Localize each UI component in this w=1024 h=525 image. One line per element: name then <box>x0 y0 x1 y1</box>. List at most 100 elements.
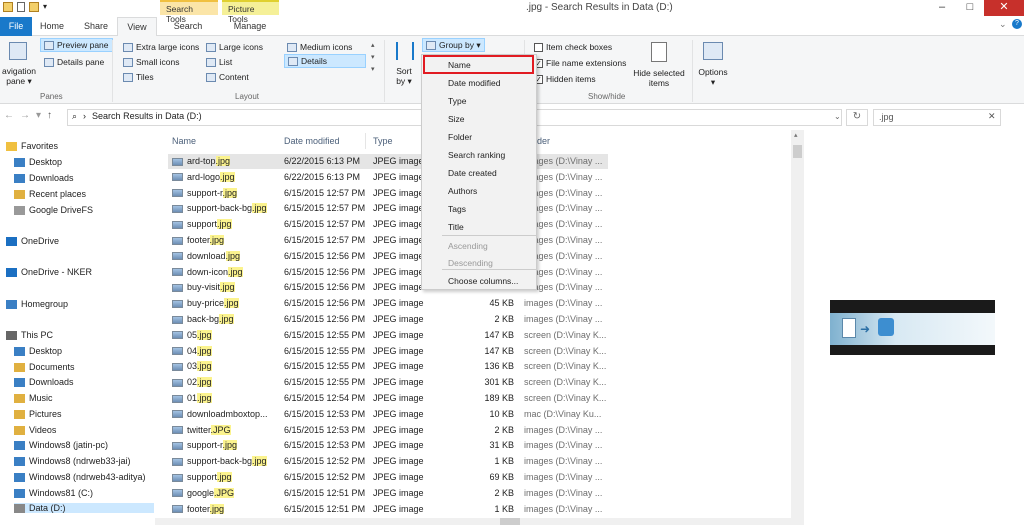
file-row[interactable]: buy-visit.jpg 6/15/2015 12:56 PM JPEG imag… <box>168 280 608 295</box>
sidebar-item[interactable]: This PC <box>6 330 53 340</box>
group-by-menu-item[interactable]: Tags <box>448 204 466 214</box>
extra-large-icons-button[interactable]: Extra large icons <box>120 40 202 54</box>
up-arrow-icon[interactable]: ↑ <box>47 110 52 121</box>
minimize-button[interactable]: – <box>928 0 956 16</box>
sidebar-item[interactable]: Windows8 (ndrweb33-jai) <box>14 456 131 466</box>
tab-manage[interactable]: Manage <box>222 17 278 36</box>
maximize-button[interactable]: □ <box>956 0 984 16</box>
sidebar-item[interactable]: Downloads <box>14 173 74 183</box>
sidebar-item[interactable]: Desktop <box>14 157 62 167</box>
details-pane-button[interactable]: Details pane <box>41 55 107 69</box>
sidebar-item[interactable]: OneDrive - NKER <box>6 267 92 277</box>
file-row[interactable]: 03.jpg 6/15/2015 12:55 PM JPEG image 136 KB… <box>168 359 608 374</box>
column-header-date-modified[interactable]: Date modified <box>284 133 340 149</box>
group-by-menu-item[interactable]: Search ranking <box>448 150 505 160</box>
sidebar-item[interactable]: Windows81 (C:) <box>14 488 93 498</box>
file-row[interactable]: back-bg.jpg 6/15/2015 12:56 PM JPEG image 2… <box>168 312 608 327</box>
file-name-extensions-toggle[interactable]: ✓ File name extensions <box>531 56 629 70</box>
recent-locations-icon[interactable]: ▾ <box>36 110 41 121</box>
file-row[interactable]: support-r.jpg 6/15/2015 12:57 PM JPEG imag… <box>168 186 608 201</box>
sidebar-item[interactable]: Music <box>14 393 53 403</box>
file-row[interactable]: support.jpg 6/15/2015 12:52 PM JPEG image 6… <box>168 470 608 485</box>
file-row[interactable]: down-icon.jpg 6/15/2015 12:56 PM JPEG imag… <box>168 265 608 280</box>
small-icons-button[interactable]: Small icons <box>120 55 182 69</box>
tab-view[interactable]: View <box>117 17 157 36</box>
column-divider[interactable] <box>365 133 366 149</box>
file-row[interactable]: 05.jpg 6/15/2015 12:55 PM JPEG image 147 KB… <box>168 328 608 343</box>
refresh-icon[interactable]: ↻ <box>846 109 868 126</box>
hidden-items-toggle[interactable]: ✓ Hidden items <box>531 72 599 86</box>
details-view-button[interactable]: Details <box>284 54 366 68</box>
file-row[interactable]: downloadmboxtop... 6/15/2015 12:53 PM JPEG… <box>168 407 608 422</box>
file-row[interactable]: 04.jpg 6/15/2015 12:55 PM JPEG image 147 KB… <box>168 344 608 359</box>
sidebar-item[interactable]: Desktop <box>14 346 62 356</box>
address-dropdown-icon[interactable]: ⌄ <box>834 112 841 121</box>
layout-scroll-arrows[interactable]: ▴ ▾ ▾ <box>371 40 375 76</box>
breadcrumb-search-results[interactable]: Search Results in Data (D:) <box>92 111 202 122</box>
column-header-name[interactable]: Name <box>172 133 196 149</box>
sort-by-button[interactable]: Sort by ▾ <box>392 66 416 86</box>
large-icons-button[interactable]: Large icons <box>203 40 266 54</box>
content-view-button[interactable]: Content <box>203 70 252 84</box>
medium-icons-button[interactable]: Medium icons <box>284 40 355 54</box>
horizontal-scrollbar[interactable] <box>155 518 791 525</box>
sidebar-item[interactable]: Recent places <box>14 189 86 199</box>
navigation-pane-button[interactable]: avigation pane ▾ <box>0 66 38 86</box>
hide-selected-items-button[interactable]: Hide selected items <box>628 68 690 88</box>
clear-search-icon[interactable]: ✕ <box>988 111 996 122</box>
sidebar-item[interactable]: Documents <box>14 362 75 372</box>
sidebar-item[interactable]: Favorites <box>6 141 58 151</box>
file-row[interactable]: ard-top.jpg 6/22/2015 6:13 PM JPEG image im… <box>168 154 608 169</box>
group-by-menu-item[interactable]: Title <box>448 222 464 232</box>
file-row[interactable]: twitter.JPG 6/15/2015 12:53 PM JPEG image 2… <box>168 423 608 438</box>
sidebar-item[interactable]: Data (D:) <box>14 503 154 513</box>
customize-toolbar-icon[interactable]: ▾ <box>43 2 47 12</box>
sidebar-item[interactable]: OneDrive <box>6 236 59 246</box>
tiles-view-button[interactable]: Tiles <box>120 70 157 84</box>
group-by-menu-item[interactable]: Date created <box>448 168 497 178</box>
file-row[interactable]: footer.jpg 6/15/2015 12:51 PM JPEG image 1 … <box>168 502 608 517</box>
file-row[interactable]: 02.jpg 6/15/2015 12:55 PM JPEG image 301 KB… <box>168 375 608 390</box>
list-view-button[interactable]: List <box>203 55 235 69</box>
ribbon-expand-icon[interactable]: ⌄ <box>999 19 1007 30</box>
group-by-button[interactable]: Group by ▾ <box>422 38 485 52</box>
sidebar-item[interactable]: Homegroup <box>6 299 68 309</box>
group-by-menu-item[interactable]: Authors <box>448 186 477 196</box>
sidebar-item[interactable]: Videos <box>14 425 56 435</box>
folder-icon[interactable] <box>3 2 13 12</box>
properties-icon[interactable] <box>17 2 25 12</box>
file-row[interactable]: ard-logo.jpg 6/22/2015 6:13 PM JPEG image i… <box>168 170 608 185</box>
sidebar-item[interactable]: Windows8 (jatin-pc) <box>14 440 108 450</box>
sidebar-item[interactable]: Google DriveFS <box>14 205 93 215</box>
column-header-type[interactable]: Type <box>373 133 393 149</box>
group-by-menu-item[interactable]: Folder <box>448 132 472 142</box>
group-by-menu-item[interactable]: Type <box>448 96 466 106</box>
horizontal-scrollbar-thumb[interactable] <box>500 518 520 525</box>
options-button[interactable]: Options ▾ <box>695 67 731 87</box>
file-row[interactable]: google.JPG 6/15/2015 12:51 PM JPEG image 2 … <box>168 486 608 501</box>
close-button[interactable]: ✕ <box>984 0 1024 16</box>
sidebar-item[interactable]: Windows8 (ndrweb43-aditya) <box>14 472 146 482</box>
vertical-scrollbar[interactable] <box>791 130 804 525</box>
file-row[interactable]: download.jpg 6/15/2015 12:56 PM JPEG image… <box>168 249 608 264</box>
sidebar-item[interactable]: Downloads <box>14 377 74 387</box>
tab-share[interactable]: Share <box>76 17 116 36</box>
help-icon[interactable]: ? <box>1012 19 1022 29</box>
group-by-menu-item[interactable]: Choose columns... <box>448 276 518 286</box>
new-folder-icon[interactable] <box>29 2 39 12</box>
file-row[interactable]: buy-price.jpg 6/15/2015 12:56 PM JPEG imag… <box>168 296 608 311</box>
tab-home[interactable]: Home <box>34 17 70 36</box>
scrollbar-thumb[interactable] <box>793 145 802 158</box>
file-row[interactable]: footer.jpg 6/15/2015 12:57 PM JPEG image im… <box>168 233 608 248</box>
group-by-menu-item[interactable]: Date modified <box>448 78 500 88</box>
file-row[interactable]: support-back-bg.jpg 6/15/2015 12:57 PM JPE… <box>168 201 608 216</box>
sidebar-item[interactable]: Pictures <box>14 409 62 419</box>
column-header-folder[interactable]: der <box>537 133 550 149</box>
forward-arrow-icon[interactable]: → <box>20 110 30 121</box>
file-row[interactable]: support.jpg 6/15/2015 12:57 PM JPEG image i… <box>168 217 608 232</box>
file-row[interactable]: support-back-bg.jpg 6/15/2015 12:52 PM JPE… <box>168 454 608 469</box>
back-arrow-icon[interactable]: ← <box>4 110 14 121</box>
preview-pane-button[interactable]: Preview pane <box>40 38 113 52</box>
tab-file[interactable]: File <box>0 17 32 36</box>
group-by-menu-item[interactable]: Size <box>448 114 465 124</box>
